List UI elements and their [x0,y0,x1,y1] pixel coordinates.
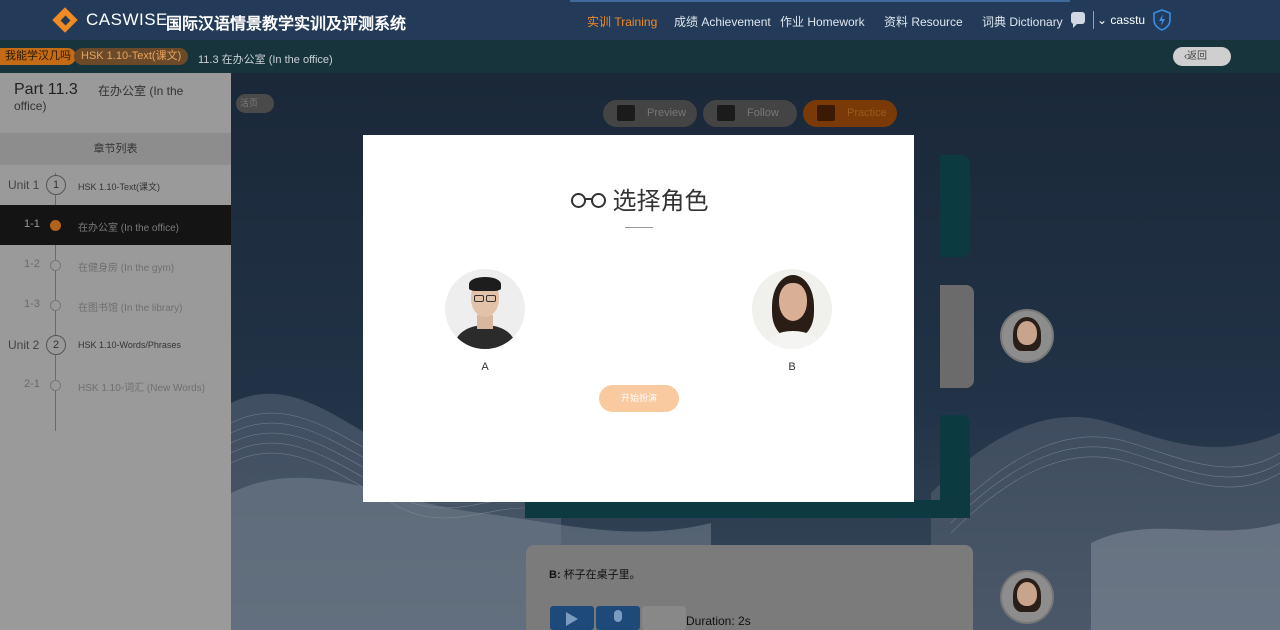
dialog-line: B: 杯子在桌子里。 [549,566,641,582]
mode-label: Follow [747,107,779,119]
breadcrumb: 我能学汉几吗 HSK 1.10-Text(课文) 11.3 在办公室 (In t… [0,40,1280,73]
lesson-label: HSK 1.10-词汇 (New Words) [78,383,206,394]
breadcrumb-item-unit[interactable]: HSK 1.10-Text(课文) [74,48,189,65]
speaker-b-avatar [1000,309,1054,363]
lesson-label: 在健身房 (In the gym) [78,263,175,274]
microphone-icon [614,610,622,622]
nav-achievement[interactable]: 成绩 Achievement [674,13,771,30]
dialog-card [525,500,970,518]
sidebar: Part 11.3 在办公室 (In the office) 章节列表 Unit… [0,73,231,630]
lesson-number: 2-1 [24,378,40,390]
divider [625,227,653,228]
sidebar-item-lesson-1-2[interactable]: 1-2 在健身房 (In the gym) [0,245,231,285]
practice-mode-button[interactable]: Practice [803,100,897,127]
system-title: 国际汉语情景教学实训及评测系统 [166,16,407,33]
start-role-play-button[interactable]: 开始扮演 [599,385,679,412]
unit-circle: 2 [46,335,66,355]
play-button[interactable] [550,606,594,630]
shield-icon[interactable] [1152,9,1172,31]
dialog-card [940,285,974,388]
logo-text: CASWISE [86,10,168,29]
breadcrumb-item-course[interactable]: 我能学汉几吗 [0,48,76,65]
book-icon [617,105,635,121]
sidebar-item-lesson-1-3[interactable]: 1-3 在图书馆 (In the library) [0,285,231,325]
progress-dot [50,380,61,391]
unit-label: HSK 1.10-Text(课文) [78,182,161,192]
top-navbar: CASWISE 国际汉语情景教学实训及评测系统 实训 Training 成绩 A… [0,0,1280,40]
role-b-avatar[interactable] [752,269,832,349]
sidebar-item-lesson-1-1[interactable]: 1-1 在办公室 (In the office) [0,205,231,245]
chevron-left-icon: ‹ [1184,51,1188,62]
role-b-label[interactable]: B [752,361,832,373]
follow-mode-button[interactable]: Follow [703,100,797,127]
dialog-text: 杯子在桌子里。 [563,569,641,581]
mode-label: Preview [647,107,687,119]
record-button[interactable] [596,606,640,630]
progress-dot [50,300,61,311]
part-title: Part 11.3 [14,81,78,98]
teacher-icon [717,105,735,121]
nav-indicator-line [570,0,1070,2]
replay-button[interactable] [642,606,686,630]
chat-icon[interactable] [1071,12,1085,28]
mode-label: Practice [847,107,887,119]
back-button[interactable]: ‹ 返回 [1173,47,1231,66]
sidebar-item-lesson-2-1[interactable]: 2-1 HSK 1.10-词汇 (New Words) [0,365,231,405]
tools-icon [817,105,835,121]
role-a-avatar[interactable] [445,269,525,349]
part-subtitle: 在办公室 (In the [98,84,184,98]
duration-display: Duration: 2s [686,614,751,628]
duration-value: 2s [738,614,751,628]
dialog-card [940,155,970,257]
back-label: 返回 [1187,51,1207,62]
lesson-label: 在图书馆 (In the library) [78,303,183,314]
progress-dot [50,220,61,231]
speaker-label: B: [549,569,561,581]
lesson-number: 1-1 [24,218,40,230]
divider [1093,11,1094,29]
sidebar-item-unit-2[interactable]: Unit 2 2 HSK 1.10-Words/Phrases [0,325,231,365]
modal-title: 选择角色 [363,181,914,216]
role-a-label[interactable]: A [445,361,525,373]
speaker-b-avatar [1000,570,1054,624]
unit-circle: 1 [46,175,66,195]
chapter-list-header: 章节列表 [0,133,231,165]
breadcrumb-item-lesson: 11.3 在办公室 (In the office) [198,54,333,66]
username: casstu [1110,13,1146,27]
nav-dictionary[interactable]: 词典 Dictionary [982,13,1063,30]
nav-training[interactable]: 实训 Training [587,13,657,30]
choose-role-modal: 选择角色 A B 开始扮演 [363,135,914,502]
logo-mark-icon [52,7,80,33]
modal-title-text: 选择角色 [612,188,709,215]
unit-number: Unit 1 [8,178,40,192]
glasses-icon [569,191,609,209]
sheet-toggle[interactable]: 活页 [236,94,274,113]
progress-dot [50,260,61,271]
unit-label: HSK 1.10-Words/Phrases [78,340,181,350]
sidebar-item-unit-1[interactable]: Unit 1 1 HSK 1.10-Text(课文) [0,165,231,205]
unit-number: Unit 2 [8,338,40,352]
duration-label: Duration: [686,614,735,628]
lesson-number: 1-2 [24,258,40,270]
preview-mode-button[interactable]: Preview [603,100,697,127]
nav-homework[interactable]: 作业 Homework [780,13,865,30]
nav-resource[interactable]: 资料 Resource [884,13,963,30]
play-icon [566,612,578,626]
user-menu[interactable]: ⌄ casstu [1097,13,1145,27]
part-subtitle-cont: office) [14,99,47,113]
lesson-number: 1-3 [24,298,40,310]
lesson-label: 在办公室 (In the office) [78,223,179,234]
caswise-logo[interactable]: CASWISE [52,7,168,33]
